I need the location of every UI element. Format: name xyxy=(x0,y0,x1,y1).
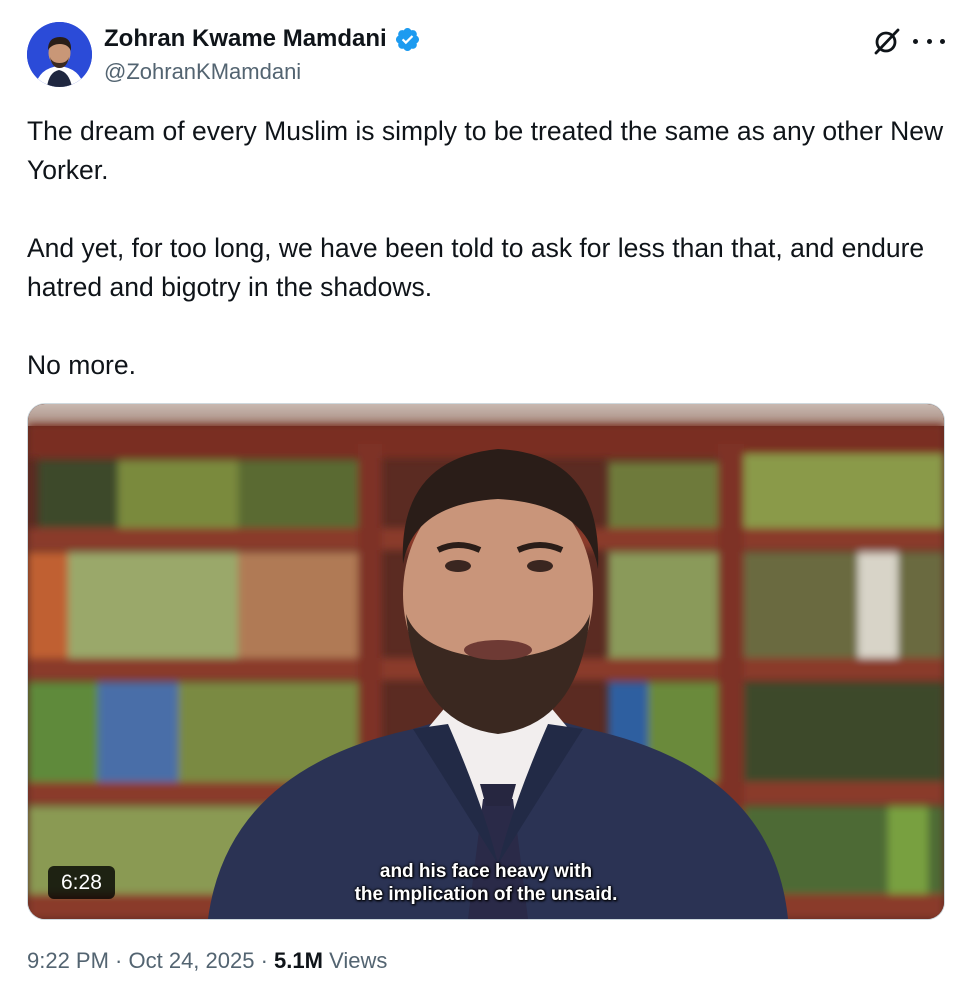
tweet-paragraph: And yet, for too long, we have been told… xyxy=(27,233,925,302)
avatar[interactable] xyxy=(27,22,92,87)
video-subtitles: and his face heavy with the implication … xyxy=(28,860,944,906)
tweet-time[interactable]: 9:22 PM xyxy=(27,948,109,973)
verified-badge-icon[interactable] xyxy=(394,26,421,53)
video-player[interactable]: 6:28 and his face heavy with the implica… xyxy=(27,403,945,920)
grok-icon[interactable] xyxy=(872,26,902,56)
tweet-paragraph: No more. xyxy=(27,350,136,380)
views-label: Views xyxy=(322,948,388,973)
views-count[interactable]: 5.1M xyxy=(274,948,323,973)
tweet-text: The dream of every Muslim is simply to b… xyxy=(27,112,952,385)
tweet-paragraph: The dream of every Muslim is simply to b… xyxy=(27,116,944,185)
meta-separator: · xyxy=(108,948,129,973)
meta-separator: · xyxy=(254,948,275,973)
video-frame xyxy=(28,404,944,919)
author-handle[interactable]: @ZohranKMamdani xyxy=(104,58,301,86)
display-name[interactable]: Zohran Kwame Mamdani xyxy=(104,24,387,54)
tweet-meta: 9:22 PM · Oct 24, 2025 · 5.1M Views xyxy=(27,946,387,976)
dot xyxy=(913,38,918,44)
avatar-portrait xyxy=(27,22,92,87)
more-options-icon[interactable] xyxy=(913,26,945,56)
tweet-date[interactable]: Oct 24, 2025 xyxy=(129,948,255,973)
dot xyxy=(940,38,945,44)
subtitle-line: and his face heavy with xyxy=(379,861,593,882)
subtitle-line: the implication of the unsaid. xyxy=(354,884,618,905)
dot xyxy=(926,38,932,44)
